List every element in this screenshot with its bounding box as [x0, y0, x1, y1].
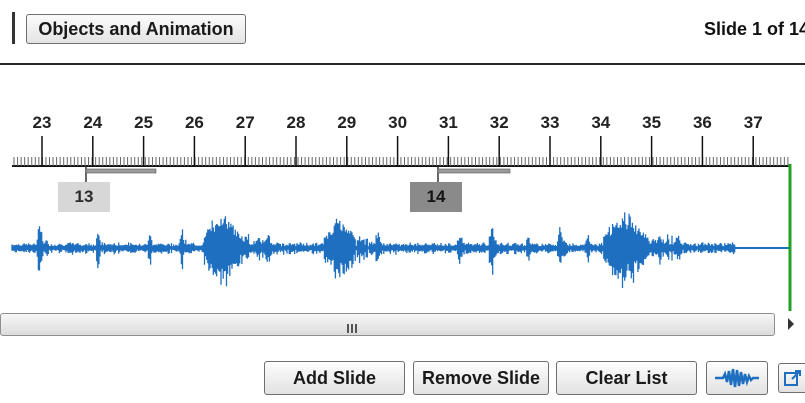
timeline-canvas[interactable]: 23 24 25 26 27 28 29 30 31 32 33 34 35 36 37 [0, 66, 805, 311]
ruler-label: 37 [744, 113, 763, 132]
slide-marker-13[interactable]: 13 [58, 182, 110, 212]
ruler-label: 28 [287, 113, 306, 132]
objects-and-animation-button[interactable]: Objects and Animation [26, 14, 246, 44]
ruler-label: 29 [337, 113, 356, 132]
waveform-trace [11, 212, 736, 288]
audio-timeline[interactable]: 23 24 25 26 27 28 29 30 31 32 33 34 35 36 37 13 14 [0, 66, 805, 311]
time-ruler: 23 24 25 26 27 28 29 30 31 32 33 34 35 36 37 [12, 113, 790, 167]
clear-list-button[interactable]: Clear List [556, 361, 697, 395]
header-divider [0, 63, 805, 65]
slide-duration-bar[interactable] [85, 168, 157, 174]
popout-icon [784, 370, 801, 386]
ruler-label: 31 [439, 113, 458, 132]
slide-counter: Slide 1 of 14 [704, 19, 805, 39]
audio-waveform [11, 212, 790, 288]
ruler-label: 33 [541, 113, 560, 132]
ruler-label: 34 [591, 113, 610, 132]
waveform-icon [715, 368, 759, 388]
ruler-label: 25 [134, 113, 153, 132]
window-left-edge [12, 12, 15, 44]
ruler-label: 32 [490, 113, 509, 132]
slide-markers[interactable] [85, 166, 511, 182]
ruler-label: 23 [33, 113, 52, 132]
ruler-label: 27 [236, 113, 255, 132]
add-slide-button[interactable]: Add Slide [264, 361, 405, 395]
horizontal-scrollbar[interactable] [0, 313, 775, 336]
slide-marker-14[interactable]: 14 [410, 182, 462, 212]
ruler-label: 30 [388, 113, 407, 132]
slide-duration-bar[interactable] [437, 168, 511, 174]
remove-slide-button[interactable]: Remove Slide [413, 361, 549, 395]
arrow-right-icon[interactable] [788, 318, 794, 330]
waveform-button[interactable] [706, 361, 768, 395]
ruler-label: 35 [642, 113, 661, 132]
ruler-label: 36 [693, 113, 712, 132]
ruler-label: 24 [83, 113, 102, 132]
popout-button[interactable] [778, 363, 805, 393]
ruler-label: 26 [185, 113, 204, 132]
grip-lines-icon[interactable] [347, 320, 359, 333]
